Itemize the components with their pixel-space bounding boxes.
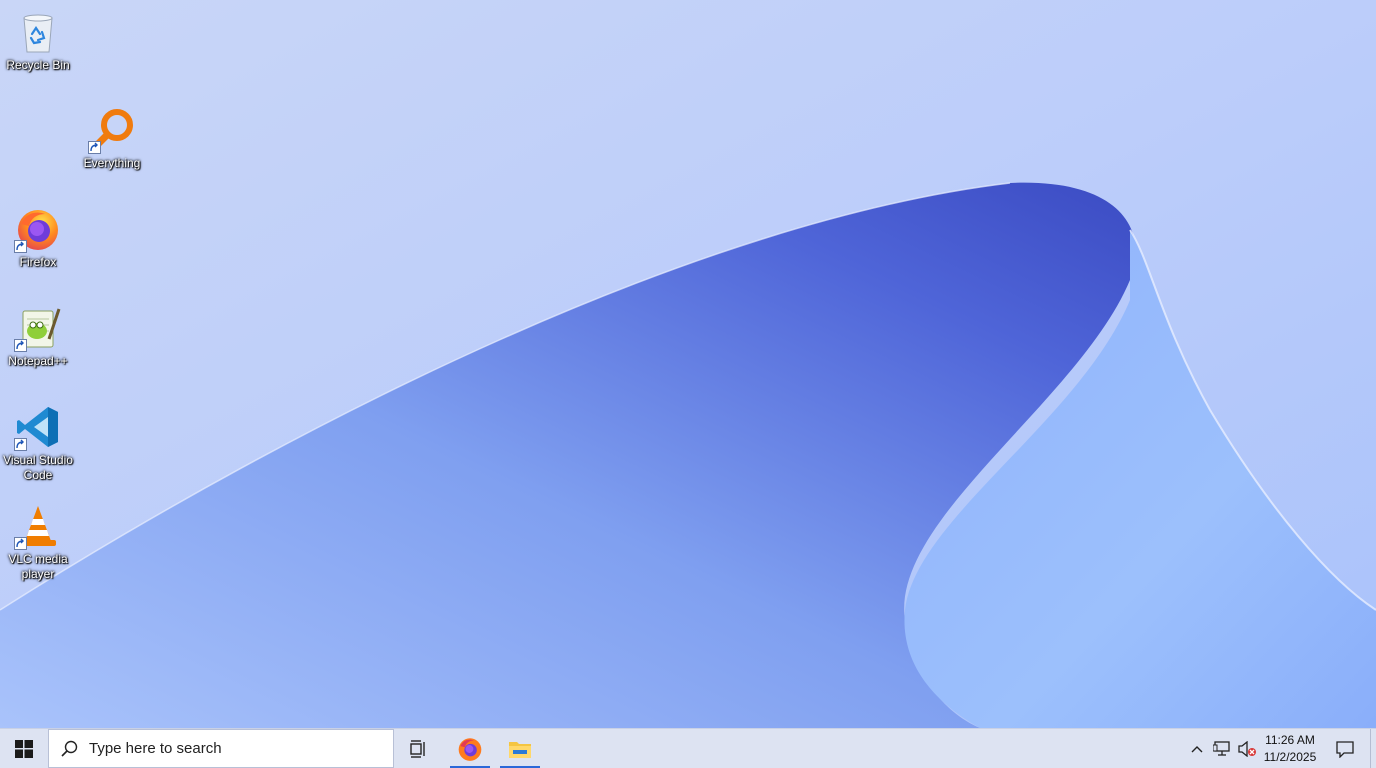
firefox-icon — [458, 737, 482, 761]
desktop-icon-label: Visual Studio Code — [3, 453, 73, 482]
chevron-up-icon — [1191, 745, 1203, 752]
desktop-icon-firefox[interactable]: Firefox — [0, 205, 76, 270]
desktop-icon-visual-studio-code[interactable]: Visual Studio Code — [0, 403, 76, 483]
task-view-icon — [410, 739, 425, 758]
search-icon — [49, 740, 89, 758]
clock-time: 11:26 AM — [1265, 732, 1315, 747]
desktop-icon-label: Recycle Bin — [6, 58, 70, 72]
firefox-icon — [14, 205, 62, 253]
vlc-cone-icon — [14, 502, 62, 550]
desktop-icon-label: Firefox — [19, 255, 57, 269]
shortcut-arrow-icon — [14, 438, 27, 451]
network-wired-icon — [1213, 740, 1230, 756]
volume-tray-button[interactable] — [1235, 729, 1259, 768]
desktop-icon-vlc-media-player[interactable]: VLC media player — [0, 502, 76, 582]
show-hidden-icons-button[interactable] — [1186, 729, 1208, 768]
clock-date: 11/2/2025 — [1263, 749, 1317, 764]
desktop-icon-everything[interactable]: Everything — [74, 106, 150, 171]
wallpaper — [0, 0, 1376, 728]
desktop-icon-label: VLC media player — [8, 552, 68, 581]
taskbar: Type here to search 11:26 AM 11/2/2025 — [0, 728, 1376, 768]
network-tray-button[interactable] — [1210, 729, 1234, 768]
shortcut-arrow-icon — [14, 240, 27, 253]
notifications-button[interactable] — [1328, 729, 1362, 768]
search-placeholder: Type here to search — [89, 740, 222, 757]
taskbar-search-box[interactable]: Type here to search — [48, 729, 394, 768]
recycle-bin-icon — [14, 8, 62, 56]
folder-icon — [509, 741, 531, 758]
desktop: Recycle Bin Everything Firefox Notepad++… — [0, 0, 1376, 728]
task-view-button[interactable] — [398, 729, 440, 768]
desktop-icon-recycle-bin[interactable]: Recycle Bin — [0, 8, 76, 73]
vscode-icon — [14, 403, 62, 451]
desktop-icon-label: Notepad++ — [8, 354, 68, 368]
volume-muted-icon — [1238, 740, 1256, 757]
desktop-icon-label: Everything — [83, 156, 141, 170]
start-button[interactable] — [0, 729, 48, 768]
clock[interactable]: 11:26 AM 11/2/2025 — [1258, 729, 1322, 768]
shortcut-arrow-icon — [88, 141, 101, 154]
windows-logo-icon — [15, 739, 33, 758]
shortcut-arrow-icon — [14, 339, 27, 352]
everything-search-icon — [88, 106, 136, 154]
taskbar-firefox-button[interactable] — [450, 729, 490, 768]
desktop-icon-notepad-plus-plus[interactable]: Notepad++ — [0, 304, 76, 369]
taskbar-file-explorer-button[interactable] — [500, 729, 540, 768]
action-center-icon — [1336, 740, 1354, 758]
show-desktop-button[interactable] — [1370, 729, 1376, 768]
shortcut-arrow-icon — [14, 537, 27, 550]
notepad-plus-plus-icon — [14, 304, 62, 352]
